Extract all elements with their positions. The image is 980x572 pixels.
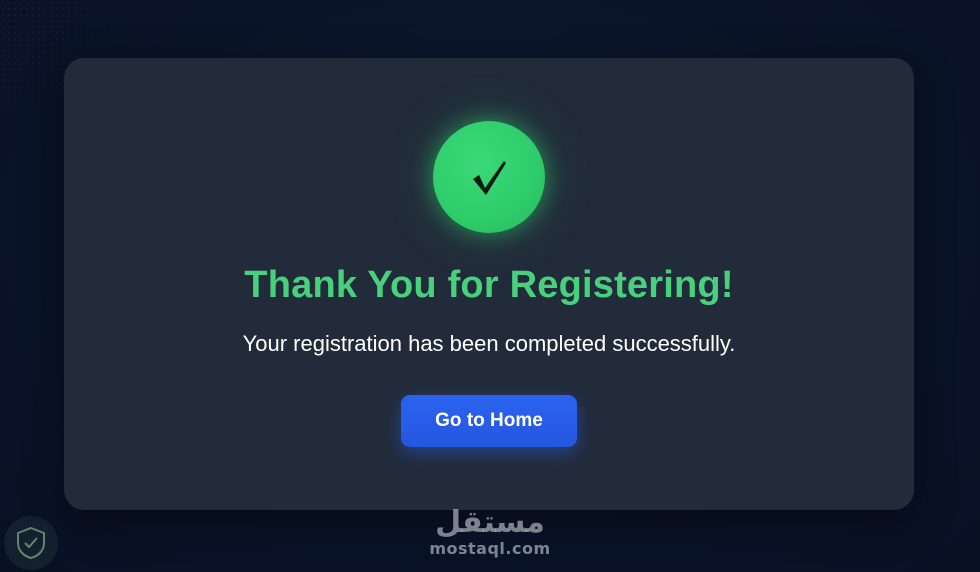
watermark-site: mostaql.com xyxy=(429,539,551,558)
go-home-button[interactable]: Go to Home xyxy=(401,395,577,447)
page-title: Thank You for Registering! xyxy=(244,264,734,306)
confirmation-card: Thank You for Registering! Your registra… xyxy=(64,58,914,510)
success-badge xyxy=(433,121,545,233)
checkmark-icon xyxy=(473,161,506,195)
success-message: Your registration has been completed suc… xyxy=(242,331,736,356)
watermark-arabic: مستقل xyxy=(435,505,545,540)
shield-check-icon xyxy=(4,516,58,570)
watermark: مستقل mostaql.com xyxy=(390,506,590,558)
